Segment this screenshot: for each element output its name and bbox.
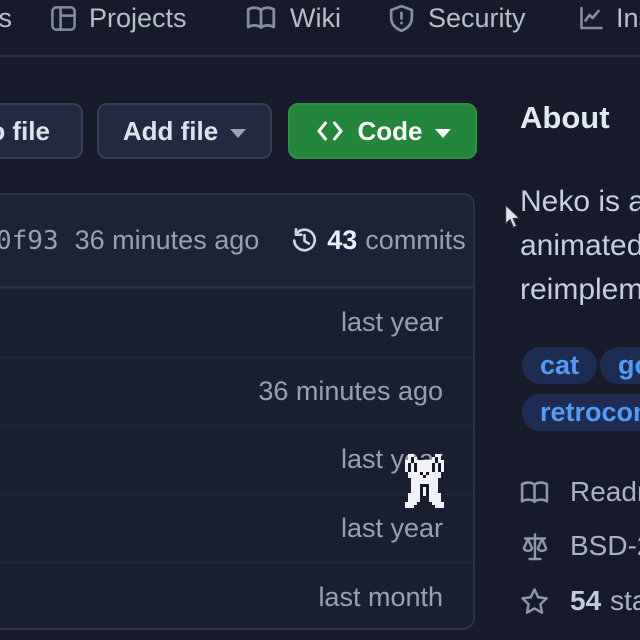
star-icon bbox=[519, 586, 550, 617]
code-caret-icon bbox=[435, 129, 451, 138]
add-file-caret-icon bbox=[230, 129, 246, 138]
topic-label: golang bbox=[618, 350, 640, 381]
license-link[interactable]: BSD-2-Clause license bbox=[520, 530, 640, 562]
tab-security[interactable]: Security bbox=[388, 0, 526, 36]
commit-history-link[interactable]: 43 commits bbox=[289, 225, 466, 256]
license-label: BSD-2-Clause license bbox=[570, 530, 640, 562]
mouse-cursor bbox=[504, 205, 521, 229]
topic-pill-golang[interactable]: golang bbox=[600, 347, 640, 384]
neko-cat-sprite bbox=[405, 452, 444, 510]
repo-description-line: animated bbox=[520, 224, 640, 268]
projects-table-icon bbox=[50, 5, 77, 32]
wiki-book-icon bbox=[245, 4, 277, 32]
file-row[interactable]: last month bbox=[0, 562, 473, 630]
about-heading: About bbox=[520, 100, 610, 136]
repo-description-line: reimplementation bbox=[520, 268, 640, 312]
stars-link[interactable]: 54 stars bbox=[519, 585, 640, 617]
tab-projects-label: Projects bbox=[89, 3, 187, 34]
repo-description-line: Neko is a bbox=[520, 180, 640, 224]
file-row[interactable]: last year bbox=[0, 494, 473, 563]
file-row[interactable]: last year bbox=[0, 425, 473, 494]
add-file-button[interactable]: Add file bbox=[97, 103, 272, 159]
tab-actions[interactable]: Actions bbox=[0, 0, 12, 36]
tab-insights[interactable]: Insights bbox=[577, 0, 640, 36]
tab-security-label: Security bbox=[428, 3, 526, 34]
goto-file-label: Go to file bbox=[0, 116, 50, 147]
topic-label: retrocomputing bbox=[540, 397, 640, 428]
repo-tab-bar: Actions Projects Wiki bbox=[0, 0, 640, 57]
commits-count: 43 bbox=[327, 225, 357, 256]
latest-commit-bar[interactable]: 0f93 36 minutes ago 43 commits bbox=[0, 195, 473, 288]
code-button[interactable]: Code bbox=[288, 103, 477, 159]
file-row-updated: last year bbox=[341, 513, 443, 544]
topic-pill-retrocomputing[interactable]: retrocomputing bbox=[522, 394, 640, 431]
tab-wiki[interactable]: Wiki bbox=[245, 0, 341, 36]
readme-book-icon bbox=[519, 479, 550, 506]
tab-actions-label: Actions bbox=[0, 3, 12, 34]
file-row[interactable]: last year bbox=[0, 288, 473, 357]
repo-description: Neko is a animated reimplementation bbox=[520, 180, 640, 312]
file-row-updated: last month bbox=[318, 582, 443, 613]
commit-hash[interactable]: 0f93 bbox=[0, 226, 59, 256]
readme-label: Readme bbox=[570, 476, 640, 508]
history-clock-icon bbox=[289, 225, 320, 256]
code-label: Code bbox=[358, 116, 423, 147]
commit-time: 36 minutes ago bbox=[75, 225, 260, 256]
security-shield-icon bbox=[388, 4, 415, 33]
tab-wiki-label: Wiki bbox=[290, 3, 341, 34]
insights-graph-icon bbox=[577, 4, 605, 32]
law-scales-icon bbox=[520, 530, 550, 562]
topic-pill-cat[interactable]: cat bbox=[522, 347, 597, 384]
tab-projects[interactable]: Projects bbox=[50, 0, 187, 36]
topic-label: cat bbox=[540, 350, 579, 381]
code-brackets-icon bbox=[315, 118, 345, 144]
file-row[interactable]: 36 minutes ago bbox=[0, 357, 473, 426]
stars-label: stars bbox=[610, 585, 640, 617]
tab-insights-label: Insights bbox=[616, 3, 640, 34]
github-repo-page: Actions Projects Wiki bbox=[0, 0, 640, 640]
file-table: 0f93 36 minutes ago 43 commits last year… bbox=[0, 193, 475, 630]
readme-link[interactable]: Readme bbox=[519, 476, 640, 508]
file-row-updated: last year bbox=[341, 307, 443, 338]
goto-file-button[interactable]: Go to file bbox=[0, 103, 83, 159]
add-file-label: Add file bbox=[123, 116, 218, 147]
file-row-updated: 36 minutes ago bbox=[258, 376, 443, 407]
stars-count: 54 bbox=[570, 585, 601, 617]
commits-label: commits bbox=[365, 225, 466, 256]
